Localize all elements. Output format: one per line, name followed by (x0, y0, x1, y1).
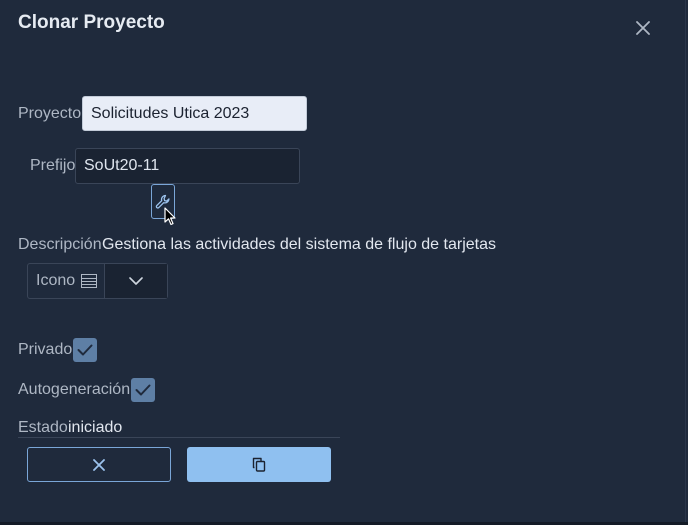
icon-label: Icono (36, 272, 76, 289)
dialog-title: Clonar Proyecto (18, 12, 165, 33)
checkmark-icon (135, 384, 151, 396)
list-icon (81, 274, 98, 288)
project-label: Proyecto (18, 105, 82, 122)
cancel-button[interactable] (27, 447, 171, 482)
autogen-checkbox[interactable] (131, 378, 155, 402)
description-value[interactable]: Gestiona las actividades del sistema de … (102, 236, 496, 254)
prefix-input[interactable] (75, 148, 300, 184)
divider (18, 437, 340, 438)
clone-project-dialog: Clonar Proyecto Proyecto Prefijo Descrip… (0, 0, 686, 522)
icon-picker: Icono (27, 263, 168, 299)
private-label: Privado (18, 341, 73, 358)
project-input[interactable] (82, 96, 307, 131)
mouse-cursor-icon (164, 207, 176, 226)
prefix-label: Prefijo (30, 157, 76, 174)
status-label: Estado (18, 419, 68, 436)
chevron-down-icon (129, 277, 143, 285)
autogen-label: Autogeneración (18, 381, 131, 398)
close-button[interactable] (632, 17, 654, 39)
icon-dropdown[interactable] (105, 264, 167, 298)
status-value: iniciado (68, 419, 123, 436)
checkmark-icon (77, 344, 93, 356)
close-icon (636, 21, 650, 35)
clone-button[interactable] (187, 447, 331, 482)
private-checkbox[interactable] (73, 338, 97, 362)
copy-icon (252, 457, 266, 472)
close-icon (93, 458, 105, 471)
description-label: Descripción (18, 236, 102, 253)
